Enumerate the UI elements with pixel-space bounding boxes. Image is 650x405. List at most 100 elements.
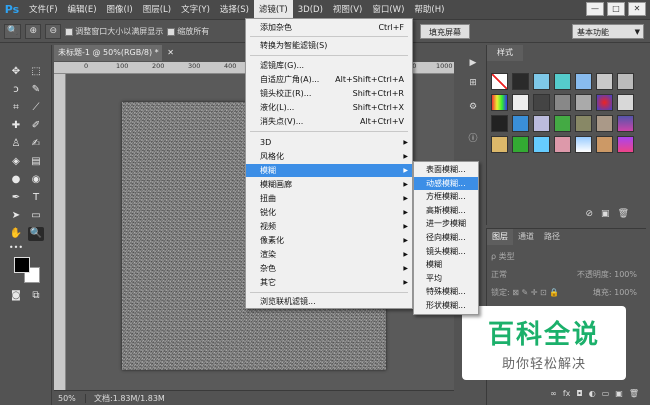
zoom-all-checkbox[interactable]: 缩放所有 [167,26,209,37]
quick-select-tool-icon[interactable]: ✎ [28,83,44,97]
style-swatch[interactable] [554,94,571,111]
menu-file[interactable]: 文件(F) [24,0,63,20]
tab-layers[interactable]: 图层 [487,229,513,245]
crop-tool-icon[interactable]: ⌗ [8,101,24,115]
new-layer-icon[interactable]: ▣ [615,389,623,405]
gradient-tool-icon[interactable]: ▤ [28,155,44,169]
style-swatch[interactable] [617,115,634,132]
menu-view[interactable]: 视图(V) [328,0,367,20]
submenu-item-gaussian-blur[interactable]: 高斯模糊... [414,204,478,218]
style-swatch[interactable] [512,115,529,132]
fill-field[interactable]: 填充: 100% [593,287,637,298]
menu-image[interactable]: 图像(I) [102,0,138,20]
style-swatch[interactable] [533,115,550,132]
menu-item-other[interactable]: 其它 ▶ [246,276,412,289]
foreground-color-swatch[interactable] [14,257,30,273]
style-swatch[interactable] [533,73,550,90]
resize-window-checkbox[interactable]: 调整窗口大小以满屏显示 [65,26,163,37]
submenu-item-surface-blur[interactable]: 表面模糊... [414,163,478,177]
style-swatch[interactable] [596,73,613,90]
menu-help[interactable]: 帮助(H) [409,0,449,20]
zoom-level[interactable]: 50% [54,393,86,403]
layer-style-icon[interactable]: fx [563,389,571,405]
style-swatch[interactable] [596,115,613,132]
submenu-item-smart-blur[interactable]: 特殊模糊... [414,285,478,299]
menu-item-sharpen[interactable]: 锐化 ▶ [246,206,412,219]
move-tool-icon[interactable]: ✥ [8,65,24,79]
menu-layer[interactable]: 图层(L) [138,0,176,20]
style-swatch[interactable] [512,94,529,111]
styles-tab[interactable]: 样式 [487,45,523,61]
zoom-in-button[interactable]: ⊕ [25,24,42,39]
style-swatch[interactable] [491,115,508,132]
type-tool-icon[interactable]: T [28,191,44,205]
delete-icon[interactable]: 🗑 [629,389,639,405]
tab-channels[interactable]: 通道 [513,229,539,245]
tab-paths[interactable]: 路径 [539,229,565,245]
clone-stamp-tool-icon[interactable]: ♙ [8,137,24,151]
minimize-button[interactable]: — [586,2,604,16]
style-swatch[interactable] [575,136,592,153]
menu-item-blur-gallery[interactable]: 模糊画廊 ▶ [246,178,412,191]
marquee-tool-icon[interactable]: ⬚ [28,65,44,79]
quick-mask-icon[interactable]: ◙ [8,289,24,303]
zoom-out-button[interactable]: ⊖ [45,24,62,39]
menu-type[interactable]: 文字(Y) [176,0,215,20]
menu-edit[interactable]: 编辑(E) [63,0,102,20]
style-swatch[interactable] [554,73,571,90]
menu-item-blur[interactable]: 模糊 ▶ [246,164,412,177]
workspace-select[interactable]: 基本功能 ▼ [572,24,644,39]
style-swatch[interactable] [512,136,529,153]
style-swatch[interactable] [554,115,571,132]
submenu-item-box-blur[interactable]: 方框模糊... [414,190,478,204]
close-button[interactable]: ✕ [628,2,646,16]
history-brush-tool-icon[interactable]: ✍ [28,137,44,151]
adjustment-layer-icon[interactable]: ◐ [589,389,596,405]
new-style-icon[interactable]: ▣ [601,209,610,225]
style-swatch[interactable] [575,73,592,90]
menu-item-smart-filter[interactable]: 转换为智能滤镜(S) [246,39,412,52]
dodge-tool-icon[interactable]: ◉ [28,173,44,187]
layer-mask-icon[interactable]: ◘ [576,389,582,405]
clear-style-icon[interactable]: ⊘ [586,209,594,225]
style-swatch[interactable] [533,94,550,111]
eraser-tool-icon[interactable]: ◈ [8,155,24,169]
menu-item-video[interactable]: 视频 ▶ [246,220,412,233]
menu-item-liquify[interactable]: 液化(L)... Shift+Ctrl+X [246,101,412,114]
blur-tool-icon[interactable]: ● [8,173,24,187]
group-icon[interactable]: ▭ [602,389,610,405]
more-tools-icon[interactable]: ••• [8,241,24,255]
adjustments-panel-icon[interactable]: ⊞ [465,76,481,90]
rectangle-tool-icon[interactable]: ▭ [28,209,44,223]
eyedropper-tool-icon[interactable]: ⟋ [28,101,44,115]
history-panel-icon[interactable]: ▶ [465,56,481,70]
submenu-item-blur-more[interactable]: 进一步模糊 [414,217,478,231]
style-swatch[interactable] [575,115,592,132]
submenu-item-radial-blur[interactable]: 径向模糊... [414,231,478,245]
menu-item-filter-gallery[interactable]: 滤镜库(G)... [246,59,412,72]
style-swatch[interactable] [617,94,634,111]
lock-options[interactable]: 锁定: ⊠ ✎ ✛ ⊡ 🔒 [491,288,559,297]
style-swatch[interactable] [533,136,550,153]
style-swatch[interactable] [491,73,508,90]
fill-screen-button[interactable]: 填充屏幕 [420,24,470,39]
submenu-item-motion-blur[interactable]: 动感模糊... [414,176,478,191]
style-swatch[interactable] [596,94,613,111]
menu-item-lens-correction[interactable]: 镜头校正(R)... Shift+Ctrl+R [246,87,412,100]
menu-select[interactable]: 选择(S) [215,0,254,20]
menu-item-adaptive-wide-angle[interactable]: 自适应广角(A)... Alt+Shift+Ctrl+A [246,73,412,86]
brush-tool-icon[interactable]: ✐ [28,119,44,133]
opacity-field[interactable]: 不透明度: 100% [577,269,637,280]
menu-item-render[interactable]: 渲染 ▶ [246,248,412,261]
menu-filter[interactable]: 滤镜(T) [253,0,293,20]
close-icon[interactable]: ✕ [167,48,174,57]
menu-item-distort[interactable]: 扭曲 ▶ [246,192,412,205]
info-panel-icon[interactable]: ⓘ [465,132,481,146]
screen-mode-icon[interactable]: ⧉ [28,289,44,303]
zoom-tool-icon[interactable]: 🔍 [28,227,44,241]
style-swatch[interactable] [596,136,613,153]
style-swatch[interactable] [617,136,634,153]
submenu-item-shape-blur[interactable]: 形状模糊... [414,299,478,313]
maximize-button[interactable]: □ [607,2,625,16]
style-swatch[interactable] [575,94,592,111]
